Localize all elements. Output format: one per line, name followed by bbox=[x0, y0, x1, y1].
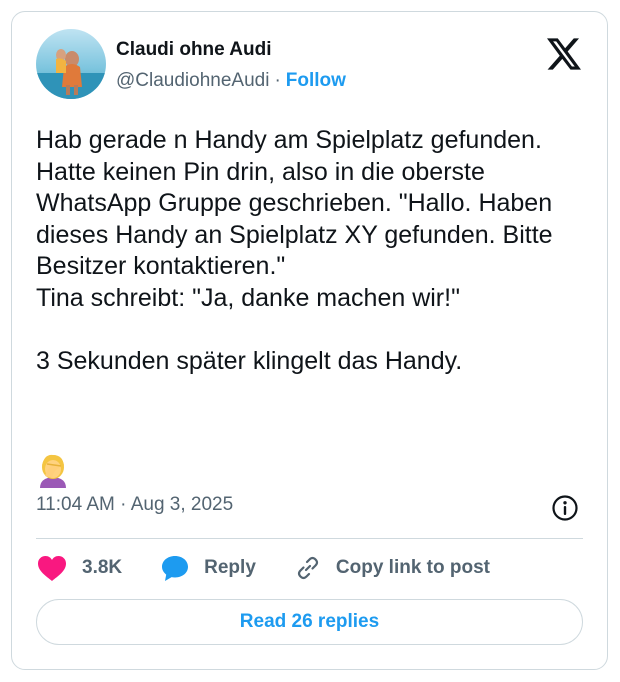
tweet-text: Hab gerade n Handy am Spielplatz gefunde… bbox=[36, 126, 553, 375]
avatar[interactable] bbox=[36, 29, 106, 99]
info-icon[interactable] bbox=[551, 494, 579, 522]
copy-link-button[interactable]: Copy link to post bbox=[294, 554, 490, 582]
woman-facepalming-emoji-icon bbox=[36, 452, 70, 488]
separator-dot: · bbox=[274, 70, 281, 91]
author-handle[interactable]: @ClaudiohneAudi bbox=[116, 70, 269, 91]
tweet-card: Claudi ohne Audi @ClaudiohneAudi · Follow … bbox=[11, 11, 608, 670]
link-icon bbox=[297, 556, 318, 580]
divider bbox=[36, 538, 583, 539]
speech-bubble-icon bbox=[162, 556, 189, 581]
reply-label: Reply bbox=[204, 557, 256, 578]
x-logo-icon[interactable] bbox=[547, 38, 581, 70]
copy-link-label: Copy link to post bbox=[335, 557, 490, 578]
like-button[interactable]: 3.8K bbox=[36, 554, 122, 582]
like-count: 3.8K bbox=[82, 557, 123, 578]
author-handle-row: @ClaudiohneAudi · Follow bbox=[116, 70, 346, 92]
tweet-timestamp[interactable]: 11:04 AM · Aug 3, 2025 bbox=[36, 494, 233, 516]
reply-button[interactable]: Reply bbox=[160, 554, 256, 582]
action-bar: 3.8K Reply Copy link to post bbox=[36, 552, 490, 584]
read-replies-button[interactable]: Read 26 replies bbox=[36, 599, 583, 645]
follow-button[interactable]: Follow bbox=[286, 70, 346, 91]
heart-icon bbox=[38, 556, 66, 581]
author-display-name[interactable]: Claudi ohne Audi bbox=[116, 39, 272, 61]
